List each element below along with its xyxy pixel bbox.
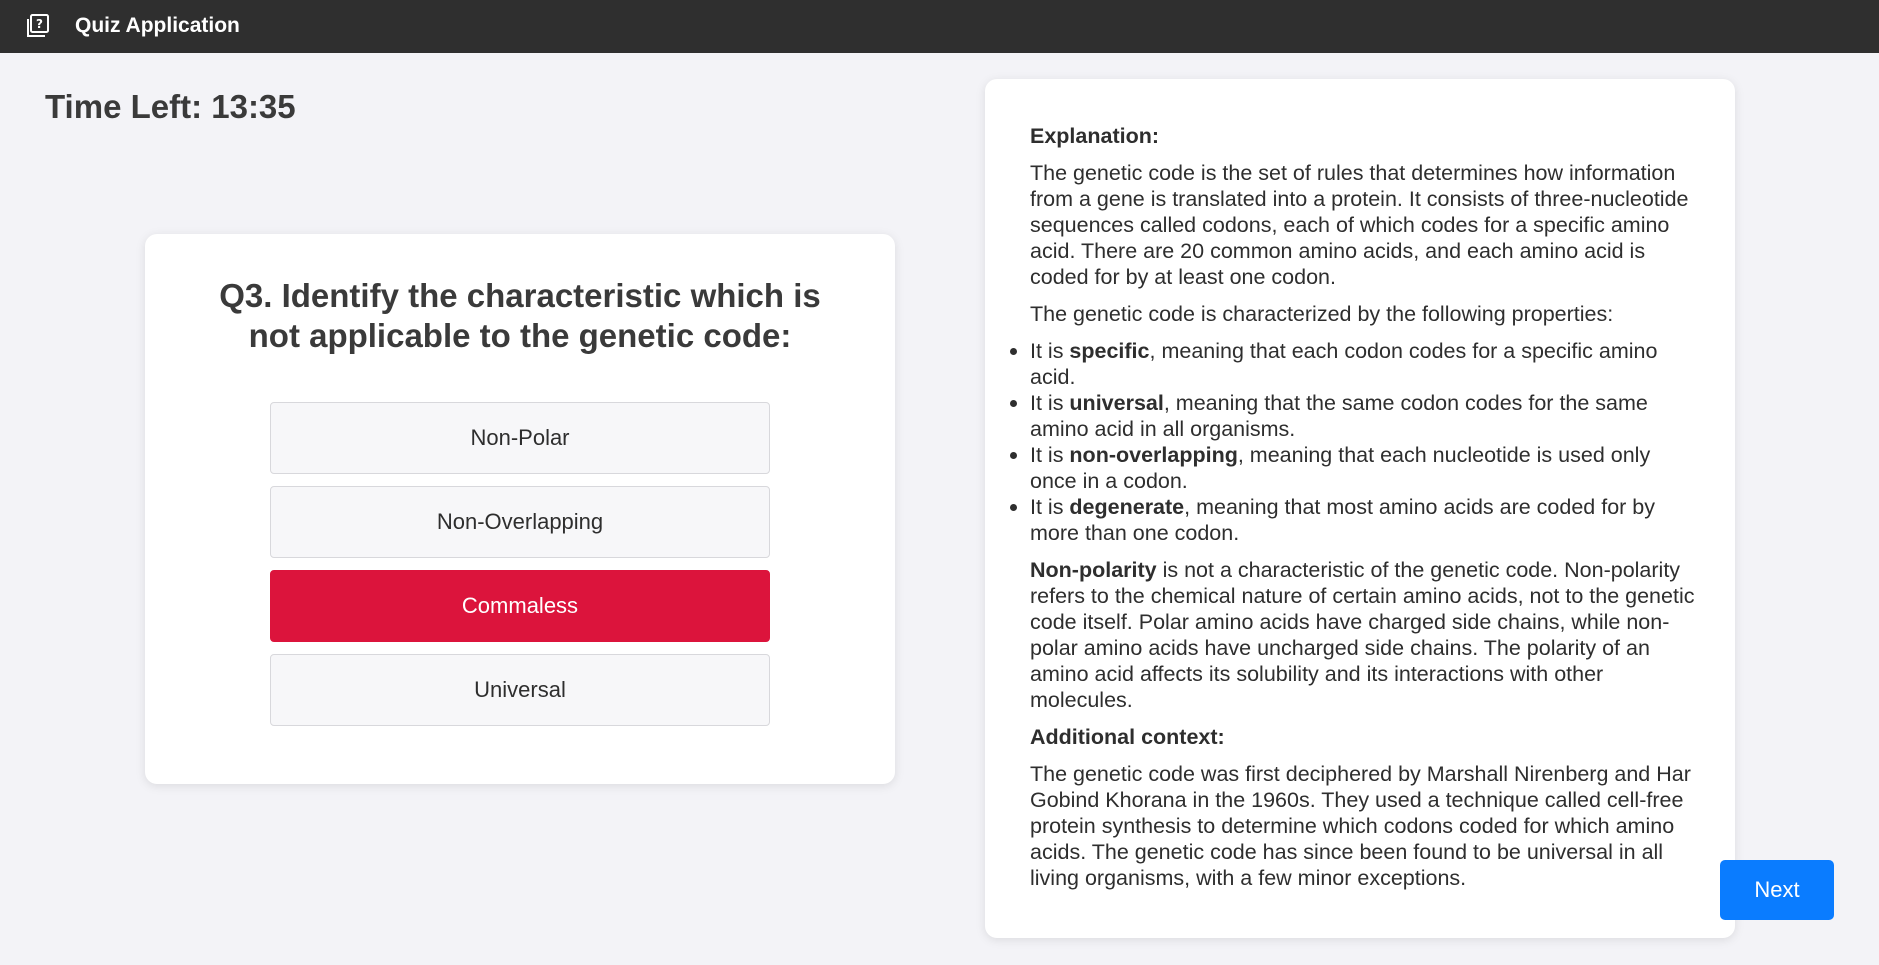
property-item: It is non-overlapping, meaning that each…: [1010, 442, 1695, 494]
quiz-icon: ?: [25, 13, 51, 39]
properties-list: It is specific, meaning that each codon …: [1010, 338, 1695, 546]
property-item: It is degenerate, meaning that most amin…: [1010, 494, 1695, 546]
next-button[interactable]: Next: [1720, 860, 1834, 920]
context-heading: Additional context:: [1030, 725, 1225, 749]
app-header: ? Quiz Application: [0, 0, 1879, 53]
option-universal[interactable]: Universal: [270, 654, 770, 726]
property-item: It is universal, meaning that the same c…: [1010, 390, 1695, 442]
properties-intro: The genetic code is characterized by the…: [1030, 302, 1614, 326]
explanation-card: Explanation: The genetic code is the set…: [985, 79, 1735, 938]
context-paragraph: The genetic code was first deciphered by…: [1030, 762, 1691, 890]
app-title: Quiz Application: [75, 14, 240, 37]
property-item: It is specific, meaning that each codon …: [1010, 338, 1695, 390]
explanation-content: Explanation: The genetic code is the set…: [1010, 123, 1695, 902]
option-non-polar[interactable]: Non-Polar: [270, 402, 770, 474]
question-card: Q3. Identify the characteristic which is…: [145, 234, 895, 784]
time-left: Time Left: 13:35: [45, 88, 296, 125]
non-polarity-paragraph: Non-polarity is not a characteristic of …: [1030, 558, 1695, 712]
explanation-heading: Explanation:: [1030, 124, 1160, 148]
option-commaless[interactable]: Commaless: [270, 570, 770, 642]
svg-text:?: ?: [36, 17, 43, 31]
question-text: Q3. Identify the characteristic which is…: [219, 277, 821, 354]
explanation-paragraph: The genetic code is the set of rules tha…: [1030, 161, 1689, 289]
option-non-overlapping[interactable]: Non-Overlapping: [270, 486, 770, 558]
